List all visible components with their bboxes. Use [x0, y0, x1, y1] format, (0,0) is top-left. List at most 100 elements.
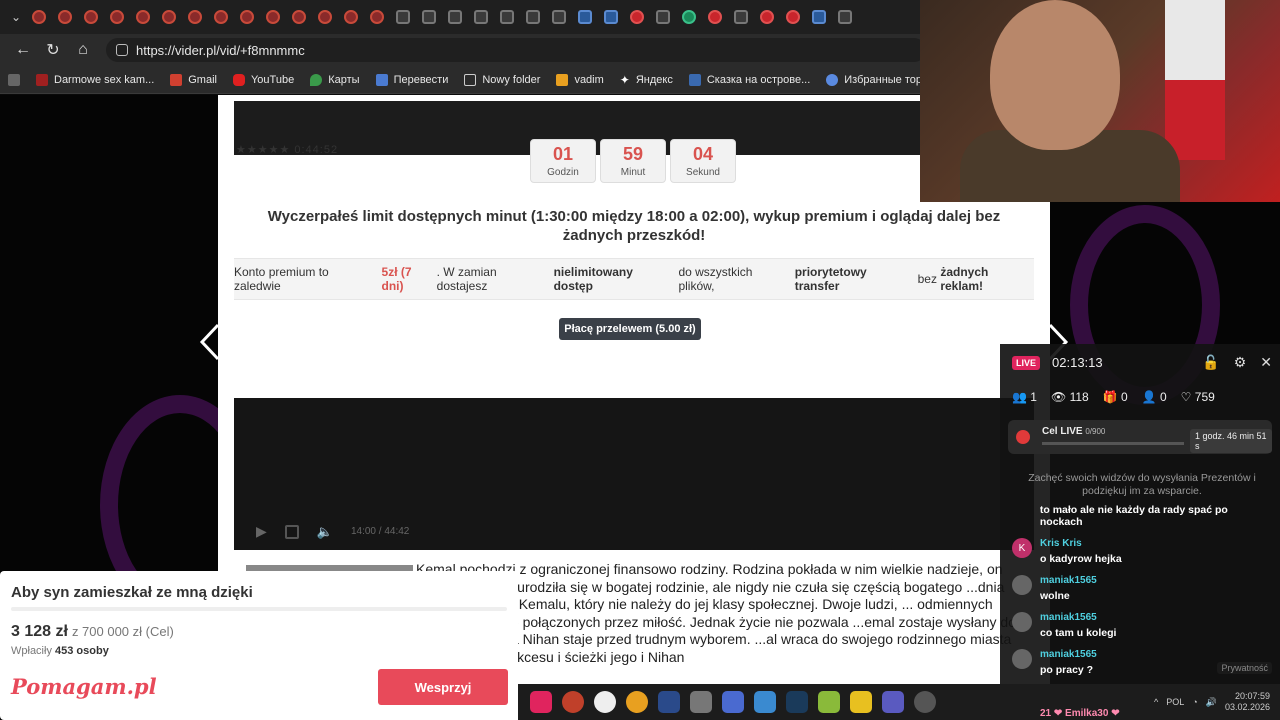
tab[interactable]: [598, 4, 624, 30]
tab[interactable]: [650, 4, 676, 30]
avatar[interactable]: [1012, 649, 1032, 669]
home-icon[interactable]: ⌂: [68, 36, 98, 64]
timer-minutes: 59 Minut: [600, 139, 666, 183]
avatar[interactable]: K: [1012, 538, 1032, 558]
app-icon[interactable]: [690, 691, 712, 713]
tab[interactable]: [546, 4, 572, 30]
users-stat: 👥 1: [1012, 390, 1037, 404]
pay-transfer-button[interactable]: Płacę przelewem (5.00 zł): [559, 318, 701, 340]
donation-widget: Aby syn zamieszkał ze mną dzięki 3 128 z…: [0, 571, 518, 720]
tab[interactable]: [78, 4, 104, 30]
close-icon[interactable]: ✕: [1260, 354, 1272, 371]
tab[interactable]: [130, 4, 156, 30]
clock[interactable]: 20:07:59 03.02.2026: [1225, 691, 1270, 713]
tab[interactable]: [572, 4, 598, 30]
bookmark-item[interactable]: Nowy folder: [464, 73, 540, 86]
youtube-icon: [232, 73, 245, 86]
tab[interactable]: [416, 4, 442, 30]
tab[interactable]: [468, 4, 494, 30]
eye-icon: 👁: [1050, 390, 1067, 404]
tab[interactable]: [234, 4, 260, 30]
maps-icon: [310, 73, 323, 86]
gmail-icon: [170, 73, 183, 86]
timer-hours: 01 Godzin: [530, 139, 596, 183]
bookmark-item[interactable]: Darmowe sex kam...: [36, 73, 154, 86]
tiktok-icon[interactable]: [530, 691, 552, 713]
previous-arrow-icon[interactable]: [198, 323, 222, 361]
tab[interactable]: [624, 4, 650, 30]
app-icon[interactable]: [594, 691, 616, 713]
tab[interactable]: [442, 4, 468, 30]
star-app-icon[interactable]: [658, 691, 680, 713]
wifi-icon[interactable]: ◔: [1192, 697, 1197, 707]
gift-icon: 🎁: [1102, 390, 1118, 404]
app-icon[interactable]: [754, 691, 776, 713]
tab[interactable]: [494, 4, 520, 30]
bookmark-item[interactable]: Карты: [310, 73, 360, 86]
donation-progress-bar: [11, 607, 507, 611]
bookmark-item[interactable]: YouTube: [232, 73, 294, 86]
gear-icon[interactable]: ⚙: [1234, 354, 1247, 371]
tab[interactable]: [728, 4, 754, 30]
tab[interactable]: [806, 4, 832, 30]
play-icon[interactable]: ▶: [256, 523, 267, 540]
volume-icon[interactable]: 🔊: [1206, 697, 1217, 708]
teams-icon[interactable]: [882, 691, 904, 713]
tab[interactable]: [676, 4, 702, 30]
tab[interactable]: [364, 4, 390, 30]
back-arrow-icon[interactable]: ←: [8, 36, 38, 64]
goal-progress-bar: [1042, 442, 1184, 445]
tab[interactable]: [156, 4, 182, 30]
tab[interactable]: [104, 4, 130, 30]
avatar[interactable]: [1012, 575, 1032, 595]
bookmark-item[interactable]: Перевести: [375, 73, 448, 86]
tab[interactable]: [390, 4, 416, 30]
live-stream-panel: LIVE 02:13:13 🔓 ⚙ ✕ 👥 1 👁 118 🎁 0 👤 0 ♡ …: [1000, 344, 1280, 720]
app-icon[interactable]: [850, 691, 872, 713]
live-duration: 02:13:13: [1052, 355, 1103, 370]
tray-chevron-icon[interactable]: ^: [1154, 697, 1158, 707]
tab[interactable]: [260, 4, 286, 30]
lock-icon[interactable]: 🔓: [1202, 354, 1219, 371]
tab[interactable]: [312, 4, 338, 30]
tab[interactable]: [208, 4, 234, 30]
translate-icon: [375, 73, 388, 86]
address-bar[interactable]: https://vider.pl/vid/+f8mnmmc: [106, 38, 926, 62]
volume-icon[interactable]: 🔈: [317, 524, 333, 540]
site-info-icon[interactable]: [116, 44, 128, 56]
privacy-label[interactable]: Prywatność: [1217, 662, 1272, 674]
app-icon[interactable]: [914, 691, 936, 713]
tab[interactable]: [754, 4, 780, 30]
language-indicator[interactable]: POL: [1166, 697, 1184, 707]
donation-title: Aby syn zamieszkał ze mną dzięki: [11, 584, 253, 601]
support-button[interactable]: Wesprzyj: [378, 669, 508, 705]
bookmark-item[interactable]: vadim: [556, 73, 604, 86]
bookmark-item[interactable]: Сказка на острове...: [688, 73, 810, 86]
tab[interactable]: [780, 4, 806, 30]
tab-search-chevron-icon[interactable]: ⌄: [6, 10, 26, 24]
timer-seconds: 04 Sekund: [670, 139, 736, 183]
tab[interactable]: [338, 4, 364, 30]
tab[interactable]: [182, 4, 208, 30]
tab[interactable]: [520, 4, 546, 30]
app-icon[interactable]: [818, 691, 840, 713]
chat-message: to mało ale nie każdy da rady spać po no…: [1039, 504, 1228, 528]
tab[interactable]: [832, 4, 858, 30]
reload-icon[interactable]: ↻: [38, 36, 68, 64]
tab[interactable]: [286, 4, 312, 30]
avatar[interactable]: [1012, 612, 1032, 632]
chrome-icon[interactable]: [626, 691, 648, 713]
tab[interactable]: [26, 4, 52, 30]
app-icon[interactable]: [562, 691, 584, 713]
bookmarks-apps-icon[interactable]: [8, 73, 20, 86]
follows-stat: 👤 0: [1141, 390, 1167, 404]
bookmark-item[interactable]: Gmail: [170, 73, 217, 86]
loop-icon[interactable]: [284, 524, 299, 539]
live-goal[interactable]: Cel LIVE 0/900 1 godz. 46 min 51 s: [1008, 420, 1272, 454]
app-icon[interactable]: [722, 691, 744, 713]
bookmark-item[interactable]: ✦ Яндекс: [620, 73, 673, 87]
steam-icon[interactable]: [786, 691, 808, 713]
video-player[interactable]: ▶ 🔈 14:00 / 44:42: [234, 398, 1034, 550]
tab[interactable]: [702, 4, 728, 30]
tab[interactable]: [52, 4, 78, 30]
